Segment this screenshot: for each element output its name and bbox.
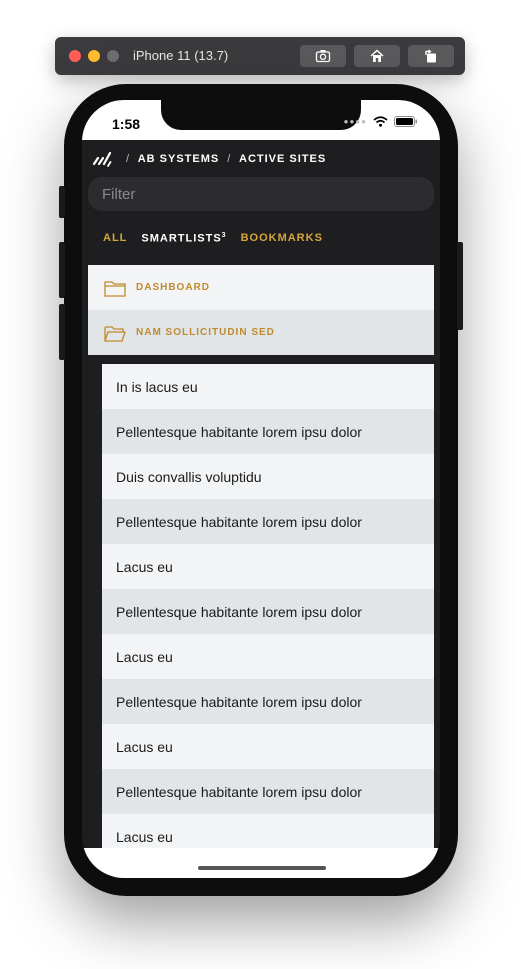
tab-bookmarks[interactable]: BOOKMARKS bbox=[241, 232, 323, 245]
screenshot-button[interactable] bbox=[300, 45, 346, 67]
folder-dashboard[interactable]: DASHBOARD bbox=[88, 265, 434, 310]
breadcrumb-separator: / bbox=[227, 153, 232, 165]
tab-smartlists-label: SMARTLISTS bbox=[141, 232, 222, 245]
tab-smartlists-count: 3 bbox=[221, 232, 227, 239]
volume-up-button bbox=[59, 242, 65, 298]
home-indicator-area bbox=[82, 848, 440, 878]
app-header: / AB SYSTEMS / ACTIVE SITES bbox=[82, 140, 440, 180]
status-icons: ●●●● bbox=[344, 116, 418, 127]
battery-icon bbox=[394, 116, 417, 127]
volume-down-button bbox=[59, 304, 65, 360]
minimize-window-button[interactable] bbox=[88, 50, 100, 62]
folder-label: DASHBOARD bbox=[136, 282, 210, 293]
list-item[interactable]: Lacus eu bbox=[102, 634, 434, 679]
phone-screen: 1:58 ●●●● / AB SYSTEMS / ACTIVE SITES Fi… bbox=[82, 100, 440, 878]
rotate-button[interactable] bbox=[408, 45, 454, 67]
rotate-icon bbox=[425, 49, 436, 63]
home-icon bbox=[370, 49, 384, 62]
tab-all[interactable]: ALL bbox=[103, 232, 127, 245]
list-item[interactable]: Pellentesque habitante lorem ipsu dolor bbox=[102, 769, 434, 814]
signal-icon: ●●●● bbox=[343, 117, 367, 126]
tab-smartlists[interactable]: SMARTLISTS3 bbox=[141, 232, 226, 245]
folder-nam-sollicitudin-sed[interactable]: NAM SOLLICITUDIN SED bbox=[88, 310, 434, 355]
home-button[interactable] bbox=[354, 45, 400, 67]
list-item[interactable]: Pellentesque habitante lorem ipsu dolor bbox=[102, 679, 434, 724]
breadcrumb-active-sites[interactable]: ACTIVE SITES bbox=[239, 153, 326, 165]
list-item[interactable]: Lacus eu bbox=[102, 544, 434, 589]
list-item[interactable]: In is lacus eu bbox=[102, 364, 434, 409]
list-item[interactable]: Pellentesque habitante lorem ipsu dolor bbox=[102, 499, 434, 544]
list-item[interactable]: Pellentesque habitante lorem ipsu dolor bbox=[102, 409, 434, 454]
list-item[interactable]: Pellentesque habitante lorem ipsu dolor bbox=[102, 589, 434, 634]
app-logo-icon[interactable] bbox=[92, 150, 116, 168]
mute-switch bbox=[59, 186, 65, 218]
folder-icon bbox=[104, 280, 126, 297]
breadcrumb-separator: / bbox=[126, 153, 131, 165]
screenshot-icon bbox=[315, 50, 331, 63]
wifi-icon bbox=[373, 116, 388, 127]
simulator-title: iPhone 11 (13.7) bbox=[133, 48, 229, 63]
status-time: 1:58 bbox=[112, 116, 141, 132]
zoom-window-button[interactable] bbox=[107, 50, 119, 62]
tab-bar: ALL SMARTLISTS3 BOOKMARKS bbox=[103, 232, 323, 245]
close-window-button[interactable] bbox=[69, 50, 81, 62]
power-button bbox=[457, 242, 463, 330]
notch bbox=[161, 100, 361, 130]
list-item[interactable]: Lacus eu bbox=[102, 724, 434, 769]
phone-frame: 1:58 ●●●● / AB SYSTEMS / ACTIVE SITES Fi… bbox=[59, 84, 463, 896]
breadcrumb-ab-systems[interactable]: AB SYSTEMS bbox=[138, 153, 220, 165]
home-indicator[interactable] bbox=[198, 866, 326, 870]
folder-open-icon bbox=[104, 325, 126, 342]
simulator-toolbar: iPhone 11 (13.7) bbox=[55, 37, 465, 75]
filter-field[interactable] bbox=[88, 177, 434, 211]
item-list: In is lacus eu Pellentesque habitante lo… bbox=[102, 364, 434, 859]
folder-label: NAM SOLLICITUDIN SED bbox=[136, 327, 275, 338]
folder-list: DASHBOARD NAM SOLLICITUDIN SED bbox=[88, 265, 434, 355]
filter-input[interactable] bbox=[88, 177, 434, 211]
list-item[interactable]: Duis convallis voluptidu bbox=[102, 454, 434, 499]
status-bar: 1:58 ●●●● bbox=[82, 100, 440, 140]
breadcrumb: / AB SYSTEMS / ACTIVE SITES bbox=[122, 153, 326, 165]
